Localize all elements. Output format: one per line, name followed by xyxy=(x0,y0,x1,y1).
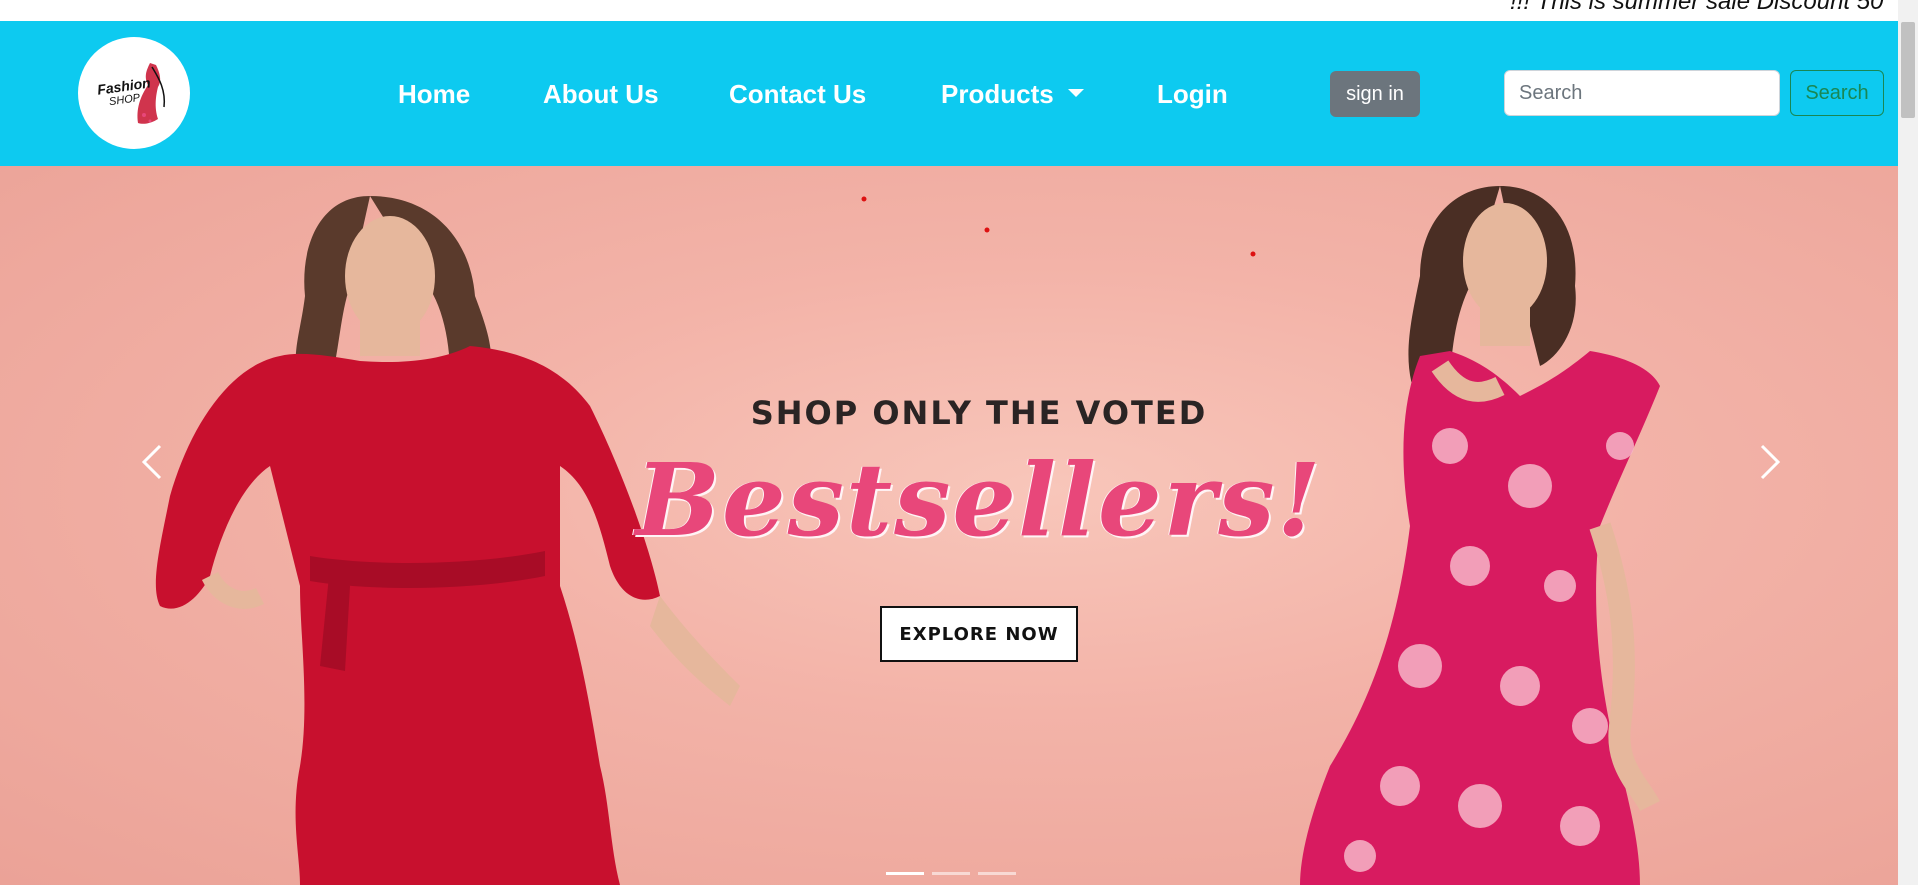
nav-contact-link[interactable]: Contact Us xyxy=(729,79,866,110)
carousel-indicator-1[interactable] xyxy=(886,872,924,875)
carousel-indicator-3[interactable] xyxy=(978,872,1016,875)
nav-about-link[interactable]: About Us xyxy=(543,79,659,110)
nav-login-link[interactable]: Login xyxy=(1157,79,1228,110)
page-scrollbar[interactable] xyxy=(1898,0,1918,885)
navbar: Fashion SHOP Home About Us Contact Us Pr… xyxy=(0,21,1898,166)
explore-now-button[interactable]: EXPLORE NOW xyxy=(880,606,1078,662)
nav-products-dropdown[interactable]: Products xyxy=(941,79,1084,110)
nav-home-link[interactable]: Home xyxy=(398,79,470,110)
hero-title: Bestsellers! xyxy=(635,441,1323,559)
announcement-marquee: !!! This is summer sale Discount 50 xyxy=(0,0,1898,21)
hero-carousel: SHOP ONLY THE VOTED Bestsellers! EXPLORE… xyxy=(0,166,1898,885)
scrollbar-thumb[interactable] xyxy=(1901,22,1915,118)
chevron-left-icon xyxy=(141,444,162,480)
carousel-next-button[interactable] xyxy=(1730,416,1810,506)
logo[interactable]: Fashion SHOP xyxy=(78,37,190,149)
chevron-right-icon xyxy=(1760,444,1781,480)
marquee-text: !!! This is summer sale Discount 50 xyxy=(1510,0,1884,15)
carousel-indicators xyxy=(886,872,1016,875)
sign-in-button[interactable]: sign in xyxy=(1330,71,1420,117)
search-input[interactable] xyxy=(1504,70,1780,116)
carousel-prev-button[interactable] xyxy=(112,416,192,506)
search-button[interactable]: Search xyxy=(1790,70,1884,116)
caret-down-icon xyxy=(1067,89,1084,97)
nav-products-label: Products xyxy=(941,79,1054,109)
carousel-indicator-2[interactable] xyxy=(932,872,970,875)
hero-subtitle: SHOP ONLY THE VOTED xyxy=(750,394,1208,432)
